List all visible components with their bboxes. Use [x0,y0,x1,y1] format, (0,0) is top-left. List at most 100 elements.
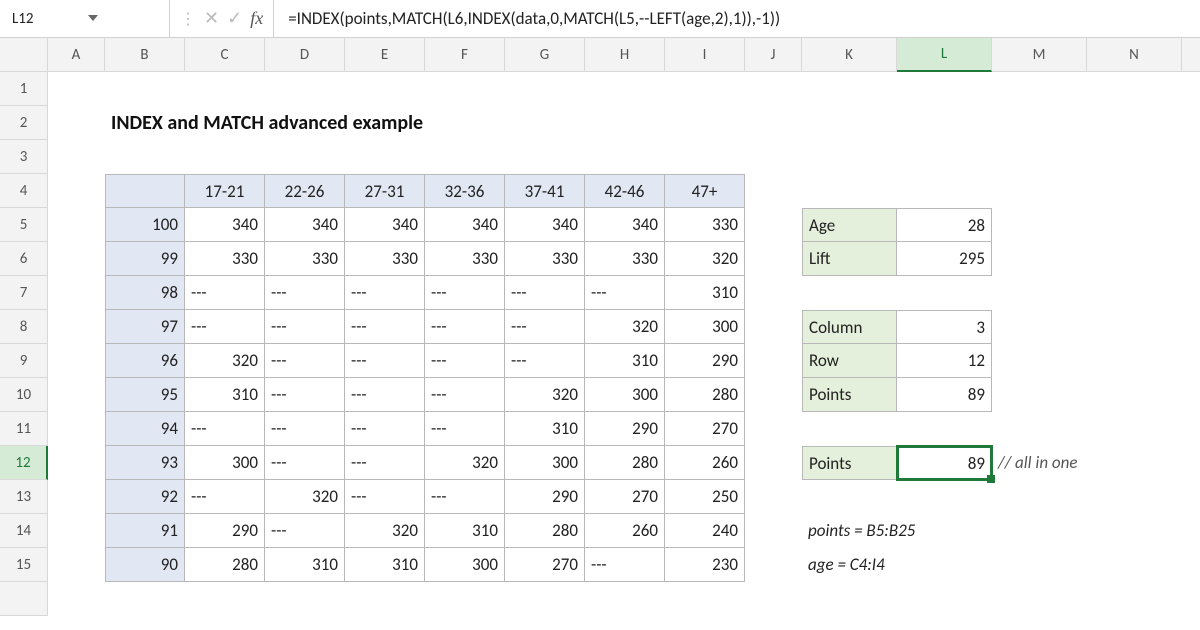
cell[interactable] [105,72,185,106]
cell[interactable]: 93 [105,446,185,480]
cell[interactable]: 330 [265,242,345,276]
cell[interactable] [48,480,105,514]
cell[interactable]: 250 [665,480,745,514]
cell[interactable] [992,72,1087,106]
cell[interactable]: 320 [265,480,345,514]
cell[interactable]: 340 [185,208,265,242]
cell[interactable]: --- [425,310,505,344]
column-header[interactable]: M [992,38,1087,72]
cell[interactable] [745,140,802,174]
column-header[interactable]: K [802,38,897,72]
cell[interactable] [345,72,425,106]
cell[interactable]: 100 [105,208,185,242]
cell[interactable] [1087,582,1182,616]
cell[interactable] [745,208,802,242]
cell[interactable]: 17-21 [185,174,265,208]
cell[interactable]: 300 [665,310,745,344]
cell[interactable]: 270 [585,480,665,514]
cell[interactable] [745,242,802,276]
cell[interactable]: 92 [105,480,185,514]
cell[interactable]: --- [265,446,345,480]
cell[interactable]: 320 [665,242,745,276]
cell[interactable] [1182,208,1200,242]
row-header[interactable]: 8 [0,310,48,344]
cell[interactable] [802,72,897,106]
cell[interactable] [1087,106,1182,140]
cell[interactable] [48,208,105,242]
cell[interactable] [1182,106,1200,140]
cell[interactable]: 270 [505,548,585,582]
cell[interactable] [1182,140,1200,174]
cell[interactable]: 310 [505,412,585,446]
cell[interactable]: 260 [665,446,745,480]
cell[interactable] [1087,378,1182,412]
cell[interactable]: 320 [425,446,505,480]
cell[interactable] [1182,582,1200,616]
cell[interactable]: 340 [505,208,585,242]
cell[interactable]: --- [585,276,665,310]
cell[interactable]: 32-36 [425,174,505,208]
cell[interactable] [745,174,802,208]
column-header[interactable]: C [185,38,265,72]
cell[interactable] [897,480,992,514]
cell[interactable]: 300 [505,446,585,480]
cell[interactable] [345,140,425,174]
cell[interactable] [105,140,185,174]
cell[interactable] [48,276,105,310]
cell[interactable]: points = B5:B25 [802,514,1087,548]
cell[interactable] [897,140,992,174]
cell[interactable] [992,480,1087,514]
cell[interactable]: --- [345,276,425,310]
row-header[interactable]: 7 [0,276,48,310]
cell[interactable] [585,582,665,616]
cell[interactable] [48,514,105,548]
spreadsheet-grid[interactable]: ABCDEFGHIJKLMN12INDEX and MATCH advanced… [0,38,1200,616]
cell[interactable]: Age [802,208,897,242]
cell[interactable] [105,174,185,208]
cell[interactable] [992,208,1087,242]
cell[interactable] [802,140,897,174]
cell[interactable]: 330 [425,242,505,276]
cell[interactable]: 320 [185,344,265,378]
cell[interactable]: 330 [345,242,425,276]
row-header[interactable]: 13 [0,480,48,514]
accept-icon[interactable]: ✓ [227,8,242,29]
cell[interactable]: --- [345,310,425,344]
cell[interactable] [745,548,802,582]
cell[interactable]: --- [505,344,585,378]
cell[interactable]: --- [265,412,345,446]
name-box[interactable]: L12 [0,0,170,37]
cell[interactable] [185,140,265,174]
cell[interactable] [48,378,105,412]
cell[interactable] [992,344,1087,378]
cell[interactable]: 47+ [665,174,745,208]
cell[interactable] [745,514,802,548]
cell[interactable]: 290 [585,412,665,446]
cell[interactable]: 340 [265,208,345,242]
cell[interactable] [897,276,992,310]
cell[interactable] [1182,412,1200,446]
cell[interactable] [745,446,802,480]
cell[interactable]: Row [802,344,897,378]
cell[interactable]: Points [802,446,897,480]
cell[interactable] [1182,344,1200,378]
cell[interactable]: --- [265,514,345,548]
cell[interactable]: --- [425,276,505,310]
row-header[interactable]: 10 [0,378,48,412]
cell[interactable] [1182,242,1200,276]
cell[interactable]: --- [265,378,345,412]
cell[interactable]: Lift [802,242,897,276]
cell[interactable] [1087,310,1182,344]
cell[interactable]: --- [185,412,265,446]
column-header[interactable]: B [105,38,185,72]
cell[interactable]: 230 [665,548,745,582]
cell[interactable] [665,140,745,174]
cell[interactable]: --- [425,344,505,378]
cell[interactable] [1087,480,1182,514]
cell[interactable] [1182,548,1200,582]
cell[interactable] [1087,412,1182,446]
cell[interactable]: 310 [185,378,265,412]
cell[interactable]: --- [345,412,425,446]
cell[interactable]: --- [345,480,425,514]
cell[interactable]: 98 [105,276,185,310]
